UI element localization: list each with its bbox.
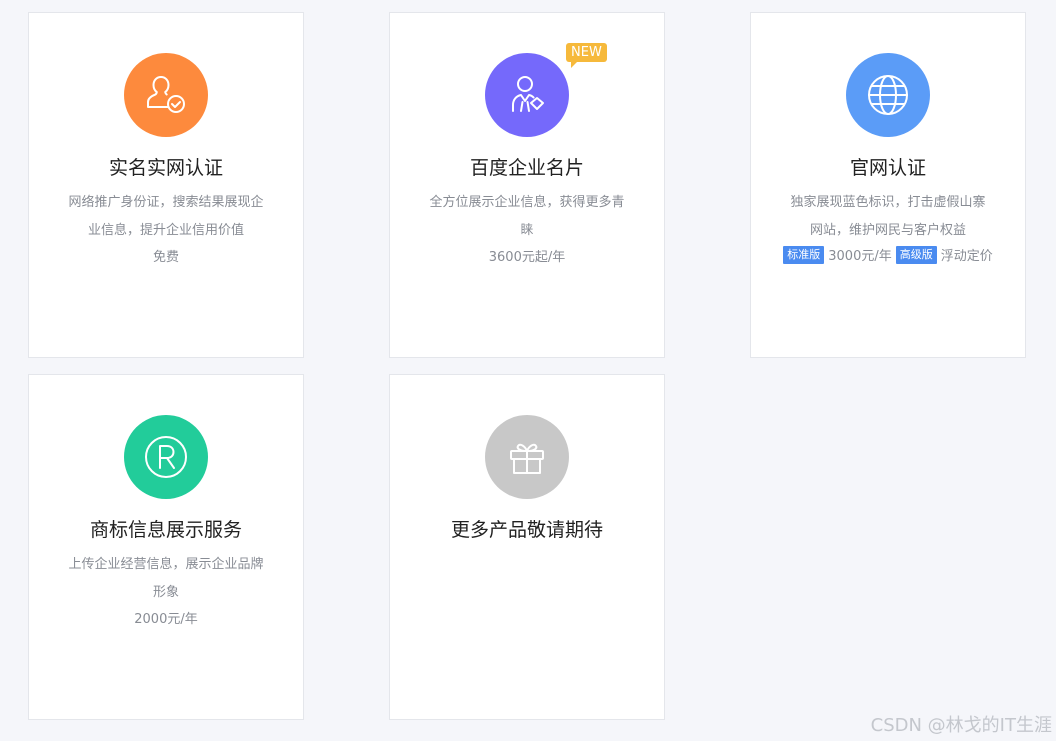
card-title: 百度企业名片 bbox=[469, 157, 584, 179]
watermark: CSDN @林戈的IT生涯 bbox=[870, 715, 1052, 736]
card-title: 实名实网认证 bbox=[108, 157, 223, 179]
gift-icon bbox=[485, 415, 569, 499]
card-description: 全方位展示企业信息，获得更多青睐 bbox=[429, 195, 625, 238]
pricing-tiers: 标准版 3000元/年 高级版 浮动定价 bbox=[751, 245, 1025, 264]
new-badge: NEW bbox=[566, 43, 607, 68]
card-price: 2000元/年 bbox=[134, 612, 198, 627]
card-description: 独家展现蓝色标识，打击虚假山寨网站，维护网民与客户权益 bbox=[790, 195, 986, 238]
card-price: 免费 bbox=[152, 250, 179, 265]
card-description: 网络推广身份证，搜索结果展现企业信息，提升企业信用价值 bbox=[68, 195, 264, 238]
tier-standard-tag: 标准版 bbox=[783, 245, 825, 264]
tier-standard-price: 3000元/年 bbox=[828, 249, 892, 264]
card-title: 更多产品敬请期待 bbox=[450, 519, 603, 541]
card-title: 商标信息展示服务 bbox=[89, 519, 242, 541]
card-official-site-auth[interactable]: 官网认证 独家展现蓝色标识，打击虚假山寨网站，维护网民与客户权益 标准版 300… bbox=[750, 12, 1026, 358]
card-real-name-auth[interactable]: 实名实网认证 网络推广身份证，搜索结果展现企业信息，提升企业信用价值 免费 bbox=[28, 12, 304, 358]
registered-trademark-icon bbox=[124, 415, 208, 499]
user-check-icon bbox=[124, 53, 208, 137]
card-baidu-business-card[interactable]: NEW 百度企业名片 全方位展示企业信息，获得更多青睐 3600元起/年 bbox=[389, 12, 665, 358]
card-price: 3600元起/年 bbox=[488, 250, 566, 265]
tier-advanced-tag: 高级版 bbox=[895, 245, 937, 264]
card-coming-soon: 更多产品敬请期待 bbox=[389, 374, 665, 720]
card-title: 官网认证 bbox=[849, 157, 926, 179]
card-trademark-display[interactable]: 商标信息展示服务 上传企业经营信息，展示企业品牌形象 2000元/年 bbox=[28, 374, 304, 720]
card-description: 上传企业经营信息，展示企业品牌形象 bbox=[68, 557, 264, 600]
globe-icon bbox=[846, 53, 930, 137]
tier-advanced-price: 浮动定价 bbox=[940, 249, 993, 264]
user-card-icon bbox=[485, 53, 569, 137]
